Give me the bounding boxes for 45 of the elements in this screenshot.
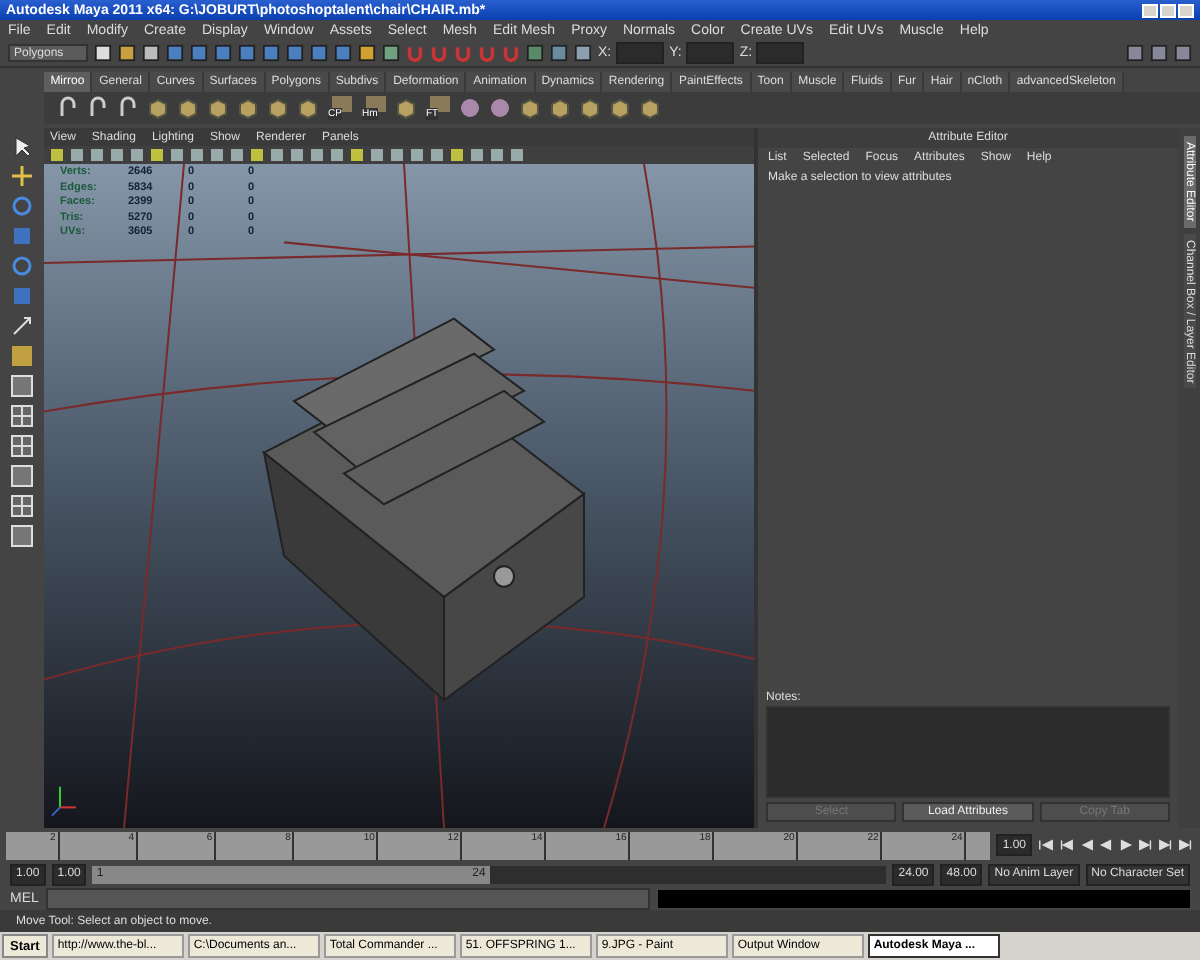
notes-field[interactable] (766, 706, 1170, 798)
cube-icon[interactable] (206, 96, 230, 120)
command-field[interactable] (46, 887, 651, 909)
hook-icon[interactable] (86, 96, 110, 120)
cube-icon[interactable] (146, 96, 170, 120)
filled-square-icon[interactable] (10, 344, 34, 368)
maximize-button[interactable] (1160, 3, 1176, 17)
playback-icon[interactable] (1038, 838, 1054, 852)
hook-icon[interactable] (56, 96, 80, 120)
cube-icon[interactable] (266, 96, 290, 120)
ring-icon[interactable] (10, 194, 34, 218)
hook-icon[interactable] (116, 96, 140, 120)
cube-icon[interactable] (518, 96, 542, 120)
sphere-icon[interactable] (458, 96, 482, 120)
four-pane-layout-icon[interactable] (10, 494, 34, 518)
playback-icon[interactable] (1158, 838, 1174, 852)
diagonal-arrow-icon[interactable] (10, 314, 34, 338)
pointer-arrow-icon[interactable] (10, 134, 34, 158)
single-pane-icon[interactable] (10, 464, 34, 488)
cube-icon[interactable] (608, 96, 632, 120)
single-pane-icon[interactable] (10, 524, 34, 548)
chair-model-drawing[interactable] (262, 317, 586, 703)
cube-icon[interactable] (638, 96, 662, 120)
cube-icon[interactable] (394, 96, 418, 120)
single-pane-icon[interactable] (10, 374, 34, 398)
cube-icon[interactable] (236, 96, 260, 120)
playback-icon[interactable] (1138, 838, 1154, 852)
playback-icon[interactable] (1058, 838, 1074, 852)
coordinate-field[interactable] (685, 42, 734, 64)
sphere-icon[interactable] (488, 96, 512, 120)
cube-icon[interactable] (176, 96, 200, 120)
cube-icon[interactable] (578, 96, 602, 120)
coordinate-field[interactable] (615, 42, 664, 64)
close-button[interactable] (1178, 3, 1194, 17)
cross-arrows-icon[interactable] (10, 164, 34, 188)
four-pane-layout-icon[interactable] (10, 404, 34, 428)
four-pane-layout-icon[interactable] (10, 434, 34, 458)
minimize-button[interactable] (1142, 3, 1158, 17)
cube-icon[interactable] (296, 96, 320, 120)
axis-gizmo-icon (51, 786, 76, 817)
coordinate-field[interactable] (756, 42, 805, 64)
perspective-viewport[interactable] (44, 164, 754, 828)
playback-icon[interactable] (1178, 838, 1194, 852)
cube-icon[interactable] (548, 96, 572, 120)
ring-icon[interactable] (10, 254, 34, 278)
